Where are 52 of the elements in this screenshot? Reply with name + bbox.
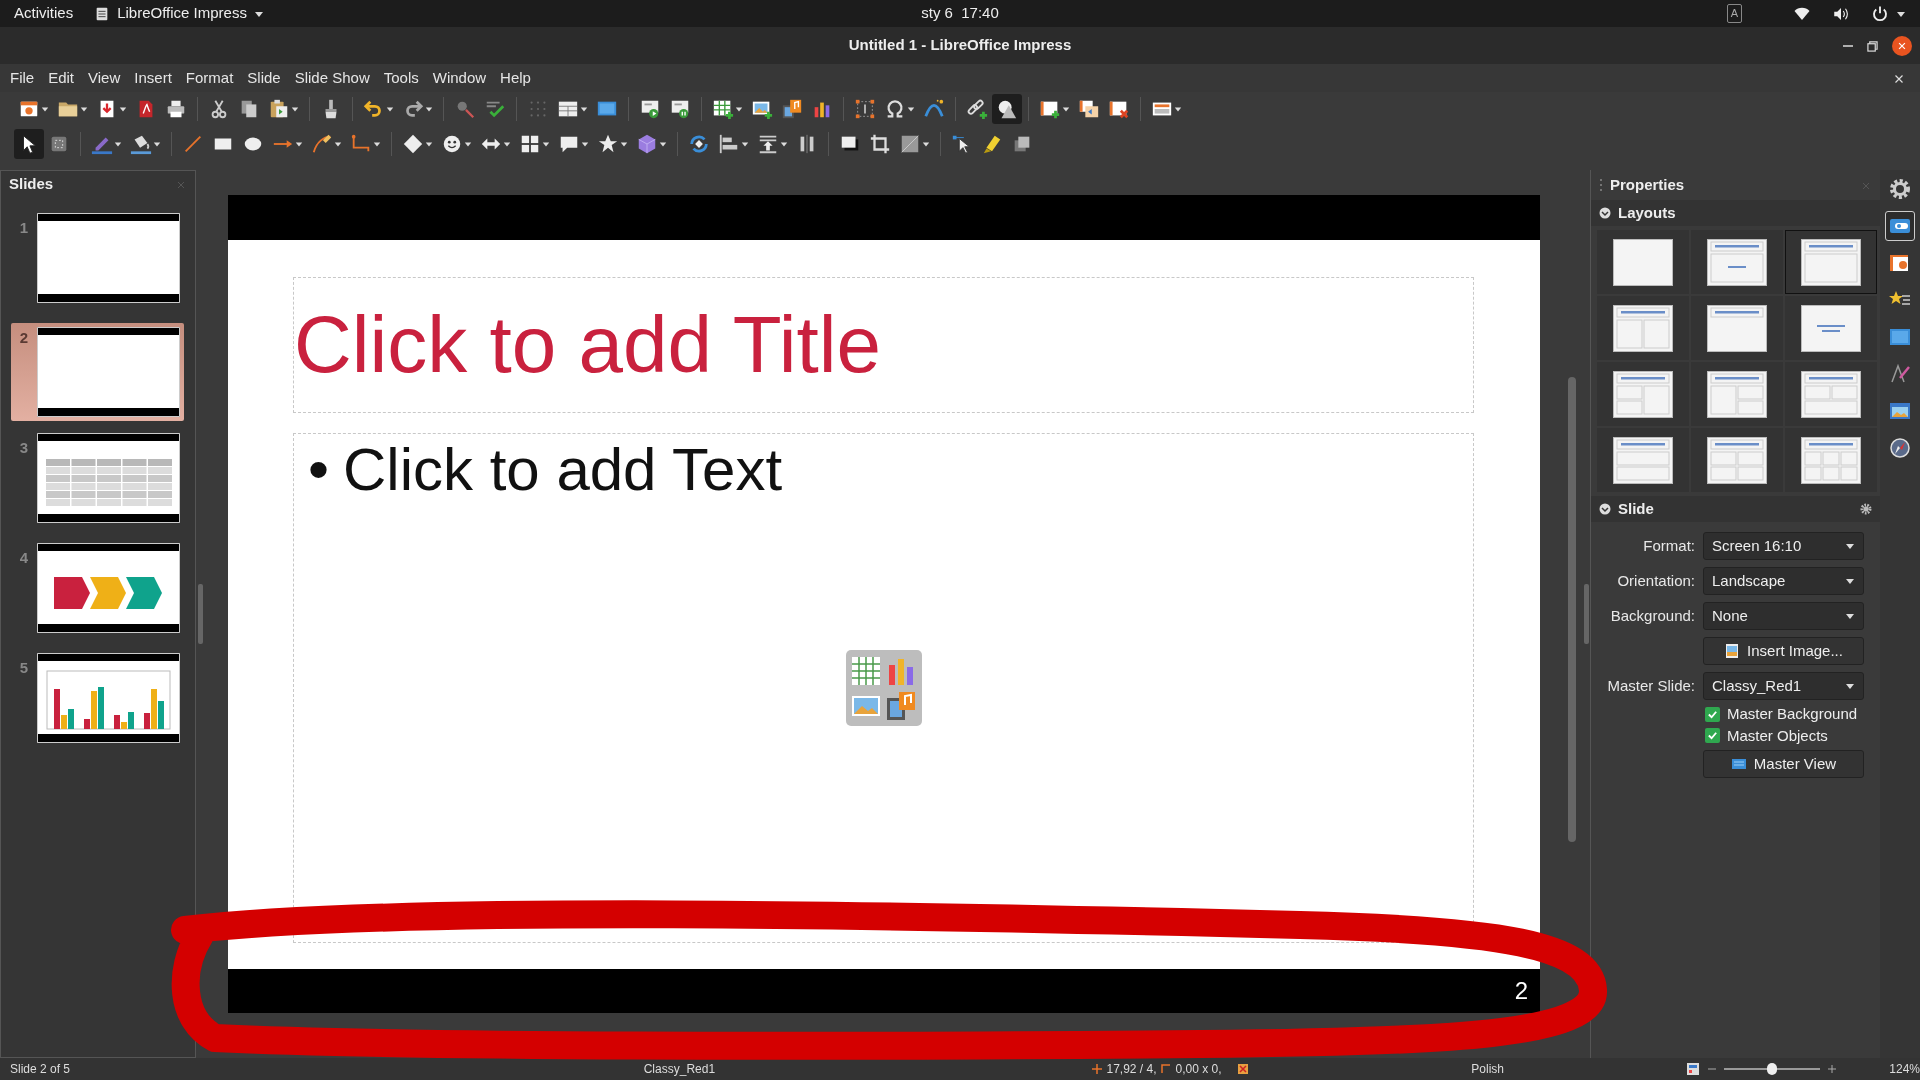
dropdown[interactable]: None xyxy=(1703,602,1864,630)
dropdown[interactable]: Landscape xyxy=(1703,567,1864,595)
field-label: Orientation: xyxy=(1616,570,1695,591)
menu-item[interactable]: Slide Show xyxy=(287,66,377,90)
menu-item[interactable]: Window xyxy=(425,66,494,90)
slide-counter: Slide 2 of 5 xyxy=(9,1061,72,1078)
window-title: Untitled 1 - LibreOffice Impress xyxy=(848,35,1072,56)
input-source-indicator[interactable]: A xyxy=(1726,4,1742,23)
slide-number: 2 xyxy=(1514,976,1528,1006)
checkbox-label: Master Background xyxy=(1727,704,1858,724)
zoom-percentage: 124% xyxy=(1889,1061,1920,1078)
dropdown[interactable]: Screen 16:10 xyxy=(1703,532,1864,560)
menu-item[interactable]: File xyxy=(3,66,42,90)
language: Polish xyxy=(1470,1061,1505,1078)
menu-item[interactable]: Tools xyxy=(376,66,426,90)
section-header[interactable]: Slide xyxy=(1591,496,1880,522)
menu-item[interactable]: Edit xyxy=(41,66,82,90)
section-header[interactable]: Layouts xyxy=(1591,200,1880,226)
slide-number: 3 xyxy=(18,438,30,458)
clock[interactable]: sty 6 17:40 xyxy=(921,2,999,25)
field-label: Format: xyxy=(1642,535,1695,556)
slide-number: 4 xyxy=(18,548,30,568)
section-title: Slide xyxy=(1618,498,1654,519)
content-placeholder-text: Click to add Text xyxy=(343,435,783,505)
slide-list-item[interactable]: 2 xyxy=(11,323,184,421)
checkbox-label: Master Objects xyxy=(1727,725,1828,746)
bullet: • xyxy=(308,435,329,505)
panel-button[interactable]: Insert Image... xyxy=(1703,637,1864,665)
panel-title: Properties xyxy=(1610,174,1685,195)
master-slide-name: Classy_Red1 xyxy=(642,1061,717,1078)
activities-button[interactable]: Activities xyxy=(14,2,74,25)
dropdown[interactable]: Classy_Red1 xyxy=(1703,672,1864,700)
title-placeholder-text: Click to add Title xyxy=(294,305,881,385)
app-menu-label: LibreOffice Impress xyxy=(117,3,247,24)
object-size: 0,00 x 0, xyxy=(1175,1061,1222,1078)
title-placeholder[interactable]: Click to add Title xyxy=(293,277,1474,413)
content-placeholder[interactable]: • Click to add Text xyxy=(293,433,1474,943)
cursor-position: 17,92 / 4, xyxy=(1106,1061,1157,1078)
field-label: Master Slide: xyxy=(1606,675,1695,696)
section-title: Layouts xyxy=(1618,202,1676,223)
menu-item[interactable]: Slide xyxy=(240,66,288,90)
pane-title: Slides xyxy=(9,173,54,194)
menu-item[interactable]: Insert xyxy=(127,66,179,90)
menu-item[interactable]: View xyxy=(81,66,128,90)
menu-item[interactable]: Format xyxy=(178,66,241,90)
field-label: Background: xyxy=(1609,605,1695,626)
menu-item[interactable]: Help xyxy=(493,66,538,90)
slide-number: 2 xyxy=(18,328,30,348)
app-menu[interactable]: LibreOffice Impress xyxy=(94,2,264,25)
panel-button[interactable]: Master View xyxy=(1703,750,1864,778)
slide-number: 5 xyxy=(18,658,30,678)
slide-number: 1 xyxy=(18,218,30,238)
